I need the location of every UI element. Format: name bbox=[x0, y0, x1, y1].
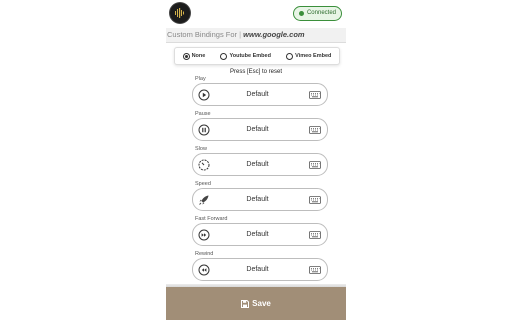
binding-field-pause[interactable]: Default bbox=[192, 118, 328, 141]
radio-circle-icon bbox=[182, 52, 190, 60]
keyboard-icon bbox=[309, 90, 321, 99]
keyboard-icon bbox=[309, 230, 321, 239]
keyboard-icon bbox=[309, 195, 321, 204]
binding-value: Default bbox=[246, 161, 269, 168]
floppy-disk-icon bbox=[241, 299, 250, 308]
binding-value: Default bbox=[246, 91, 269, 98]
radio-circle-icon bbox=[220, 52, 228, 60]
binding-field-play[interactable]: Default bbox=[192, 83, 328, 106]
binding-label-play: Play bbox=[195, 76, 206, 82]
extension-panel: Connected Custom Bindings For | www.goog… bbox=[166, 0, 346, 320]
radio-label: None bbox=[191, 53, 206, 59]
radio-none[interactable]: None bbox=[182, 52, 206, 60]
reset-hint: Press [Esc] to reset bbox=[229, 69, 283, 75]
binding-field-speed[interactable]: Default bbox=[192, 188, 328, 211]
waveform-logo-icon bbox=[170, 3, 190, 23]
status-label: Connected bbox=[306, 10, 336, 16]
save-button[interactable]: Save bbox=[166, 287, 346, 320]
radio-vimeo-embed[interactable]: Vimeo Embed bbox=[286, 52, 332, 60]
binding-value: Default bbox=[246, 266, 269, 273]
radio-label: Youtube Embed bbox=[229, 53, 271, 59]
keyboard-icon bbox=[309, 160, 321, 169]
binding-label-pause: Pause bbox=[195, 111, 211, 117]
header: Connected bbox=[166, 0, 346, 28]
radio-label: Vimeo Embed bbox=[295, 53, 332, 59]
binding-label-fast-forward: Fast Forward bbox=[195, 216, 228, 222]
keyboard-icon bbox=[309, 265, 321, 274]
radio-circle-icon bbox=[286, 52, 294, 60]
connection-status-badge: Connected bbox=[292, 6, 342, 21]
status-dot-icon bbox=[298, 11, 304, 16]
bindings-separator: | bbox=[239, 30, 242, 39]
binding-label-rewind: Rewind bbox=[195, 251, 214, 257]
binding-label-speed: Speed bbox=[195, 181, 211, 187]
radio-youtube-embed[interactable]: Youtube Embed bbox=[220, 52, 271, 60]
save-label: Save bbox=[252, 299, 271, 308]
binding-label-slow: Slow bbox=[195, 146, 207, 152]
binding-value: Default bbox=[246, 126, 269, 133]
binding-field-fast-forward[interactable]: Default bbox=[192, 223, 328, 246]
binding-value: Default bbox=[246, 196, 269, 203]
embed-type-selector: None Youtube Embed Vimeo Embed bbox=[174, 47, 340, 65]
binding-field-rewind[interactable]: Default bbox=[192, 258, 328, 281]
bindings-label: Custom Bindings For bbox=[167, 30, 238, 39]
custom-bindings-title: Custom Bindings For | www.google.com bbox=[166, 28, 346, 43]
binding-field-slow[interactable]: Default bbox=[192, 153, 328, 176]
site-name: www.google.com bbox=[243, 30, 305, 39]
binding-value: Default bbox=[246, 231, 269, 238]
keyboard-icon bbox=[309, 125, 321, 134]
